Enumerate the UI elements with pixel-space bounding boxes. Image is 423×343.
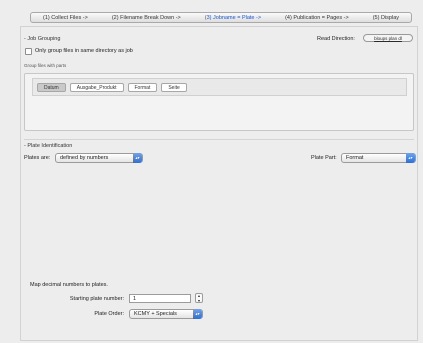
tab-publication-pages[interactable]: (4) Publication = Pages -> [273,15,361,21]
starting-plate-input[interactable]: 1 [129,294,191,303]
job-grouping-title: - Job Grouping [24,36,61,42]
part-token-format[interactable]: Format [127,82,158,92]
plate-order-value: KCMY + Specials [134,311,177,317]
tab-filename-break-down[interactable]: (2) Filename Break Down -> [100,15,193,21]
read-direction-button[interactable]: bloups plan dl [363,34,413,42]
only-group-checkbox[interactable] [25,48,32,55]
tab-display[interactable]: (5) Display [361,15,411,21]
mapping-title: Map decimal numbers to plates. [30,282,108,288]
part-token-datum[interactable]: Datum [37,82,66,92]
plate-order-label: Plate Order: [94,311,124,317]
only-group-checkbox-label: Only group files in same directory as jo… [35,48,133,54]
starting-plate-label: Starting plate number: [69,296,124,302]
group-files-label: Group files with parts [24,63,67,68]
read-direction-label: Read Direction: [317,36,355,42]
part-token-seite[interactable]: Seite [161,82,187,92]
wizard-tab-bar: (1) Collect Files -> (2) Filename Break … [30,12,412,23]
plates-are-value: defined by numbers [60,155,109,161]
parts-list: Datum Ausgabe_Produkt Format Seite [32,78,407,96]
section-divider [24,139,414,140]
plate-part-dropdown[interactable]: Format ▴▾ [341,153,416,163]
dropdown-arrows-icon: ▴▾ [406,153,415,163]
part-token-ausgabe-produkt[interactable]: Ausgabe_Produkt [69,82,124,92]
tab-jobname-plate[interactable]: (3) Jobname = Plate -> [193,15,273,21]
plates-are-label: Plates are: [24,155,51,161]
plate-identification-title: - Plate Identification [24,143,73,149]
plate-order-dropdown[interactable]: KCMY + Specials ▴▾ [129,309,203,319]
plate-part-label: Plate Part: [311,155,337,161]
plate-part-value: Format [346,155,364,161]
plates-are-dropdown[interactable]: defined by numbers ▴▾ [55,153,143,163]
dropdown-arrows-icon: ▴▾ [133,153,142,163]
dropdown-arrows-icon: ▴▾ [193,309,202,319]
starting-plate-stepper[interactable]: ▴ ▾ [195,293,203,303]
tab-collect-files[interactable]: (1) Collect Files -> [31,15,100,21]
